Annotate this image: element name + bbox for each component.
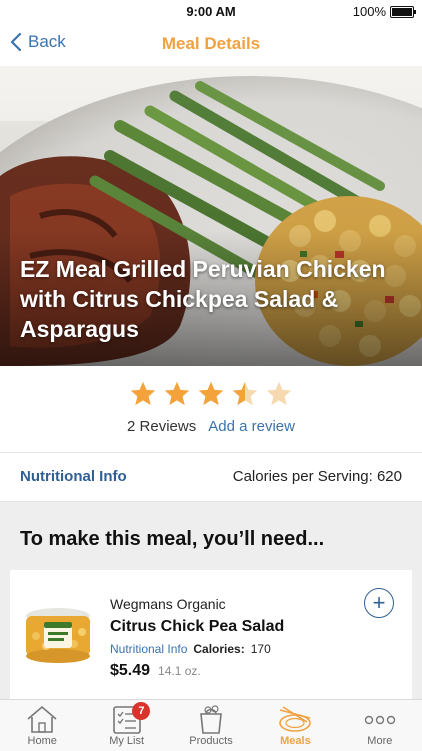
nutritional-info-link[interactable]: Nutritional Info	[20, 468, 127, 485]
product-calories-value: 170	[250, 642, 271, 656]
ingredients-section: To make this meal, you’ll need... Wegman…	[0, 502, 422, 710]
add-review-link[interactable]: Add a review	[208, 418, 295, 435]
star-rating	[0, 380, 422, 408]
tab-my-list[interactable]: 7 My List	[84, 700, 168, 751]
plus-icon: +	[372, 590, 386, 615]
star-full-icon	[164, 381, 190, 406]
more-icon	[364, 715, 396, 725]
reviews-count[interactable]: 2 Reviews	[127, 418, 196, 435]
tab-products[interactable]: Products	[169, 700, 253, 751]
star-empty-icon	[266, 381, 292, 406]
product-meta: Nutritional Info Calories: 170	[110, 642, 271, 656]
navigation-bar: Back Meal Details	[0, 22, 422, 67]
nutrition-row: Nutritional Info Calories per Serving: 6…	[0, 453, 422, 502]
tab-more[interactable]: More	[338, 700, 422, 751]
status-bar: 9:00 AM 100%	[0, 0, 422, 22]
tab-home-label: Home	[27, 735, 57, 747]
star-half-icon	[232, 381, 258, 406]
star-full-icon	[198, 381, 224, 406]
page-title: Meal Details	[161, 34, 261, 53]
tab-more-label: More	[367, 735, 393, 747]
battery-icon	[390, 5, 416, 18]
product-price: $5.49	[110, 662, 151, 679]
tab-meals[interactable]: Meals	[253, 700, 337, 751]
product-brand: Wegmans Organic	[110, 596, 226, 612]
tab-bar: Home 7 My List Products Meals More	[0, 699, 422, 751]
star-full-icon	[130, 381, 156, 406]
product-size: 14.1 oz.	[158, 664, 201, 678]
tab-home[interactable]: Home	[0, 700, 84, 751]
meal-hero-image: EZ Meal Grilled Peruvian Chicken with Ci…	[0, 66, 422, 366]
products-icon	[200, 705, 222, 734]
product-image	[26, 608, 90, 663]
ingredients-title: To make this meal, you’ll need...	[20, 528, 325, 550]
meals-icon	[279, 706, 312, 732]
list-count-badge: 7	[132, 702, 151, 720]
product-calories-label: Calories:	[193, 642, 245, 656]
rating-section: 2 Reviews Add a review	[0, 366, 422, 453]
tab-meals-label: Meals	[280, 735, 311, 747]
tab-my-list-label: My List	[109, 735, 145, 747]
product-nutritional-info-link[interactable]: Nutritional Info	[110, 642, 187, 656]
home-icon	[27, 705, 57, 733]
product-card[interactable]: Wegmans Organic Citrus Chick Pea Salad N…	[10, 570, 412, 710]
tab-products-label: Products	[189, 735, 233, 747]
meal-title: EZ Meal Grilled Peruvian Chicken with Ci…	[20, 256, 386, 342]
product-name[interactable]: Citrus Chick Pea Salad	[110, 618, 284, 636]
calories-per-serving: Calories per Serving: 620	[232, 468, 402, 485]
price-row: $5.49 14.1 oz.	[110, 662, 201, 680]
add-to-list-button[interactable]: +	[364, 588, 394, 618]
battery-indicator: 100%	[352, 4, 416, 19]
battery-percent: 100%	[352, 4, 386, 19]
reviews-line: 2 Reviews Add a review	[0, 418, 422, 435]
